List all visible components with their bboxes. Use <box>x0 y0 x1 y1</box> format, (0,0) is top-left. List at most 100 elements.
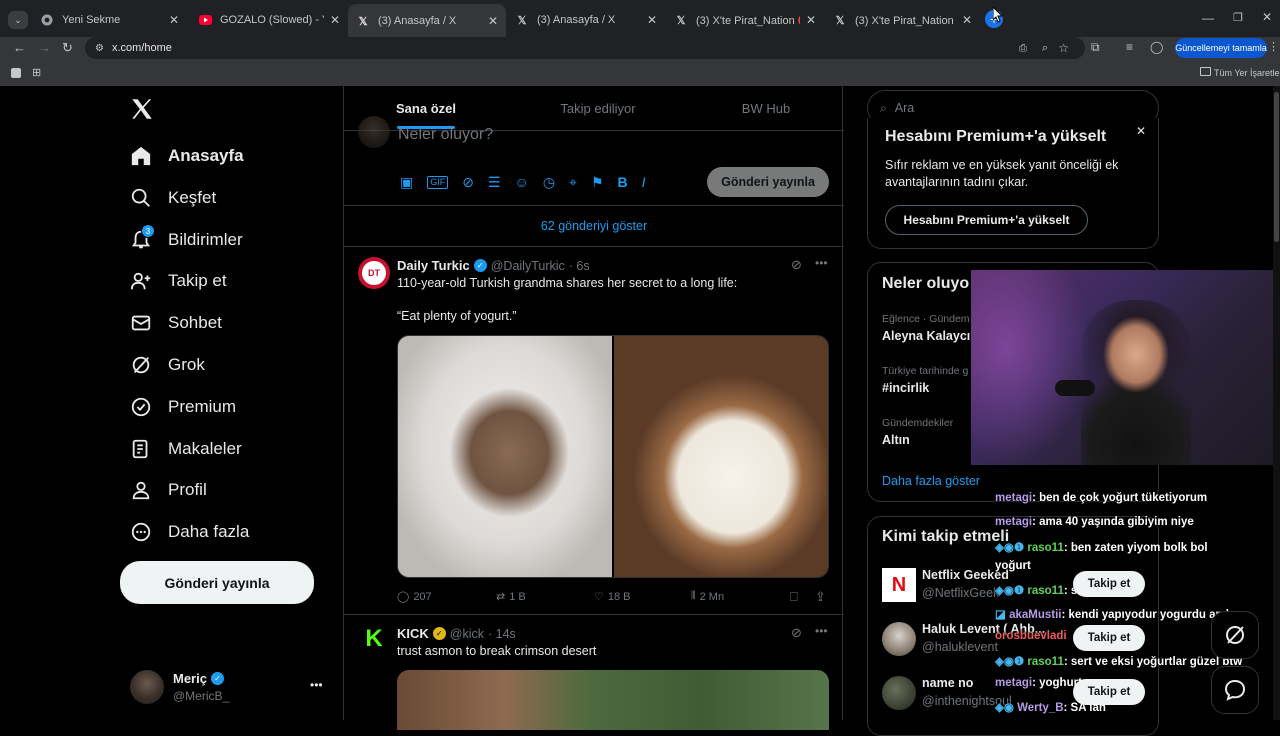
sidebar-item-follow[interactable]: Takip et <box>130 263 227 299</box>
grok-icon[interactable]: ⊘ <box>791 257 802 273</box>
reload-icon[interactable]: ↻ <box>62 40 73 56</box>
back-icon[interactable]: ← <box>13 40 26 55</box>
reply-button[interactable]: ◯ 207 <box>397 590 432 604</box>
tab-following[interactable]: Takip ediliyor <box>516 86 680 130</box>
schedule-icon[interactable]: ◷ <box>543 174 555 191</box>
composer-input[interactable]: Neler oluyor? <box>398 126 493 144</box>
tweet-author-name[interactable]: KICK <box>397 626 429 641</box>
tab-groups-icon[interactable] <box>11 68 21 78</box>
suggestion-name: name no <box>922 676 974 690</box>
close-icon[interactable]: ✕ <box>1136 124 1146 138</box>
tweet-author-handle[interactable]: @kick <box>450 627 484 641</box>
post-button[interactable]: Gönderi yayınla <box>120 561 314 604</box>
profile-icon[interactable]: ◯ <box>1150 40 1163 54</box>
sidebar-item-label: Sohbet <box>168 313 222 332</box>
sidebar-item-home[interactable]: Anasayfa <box>130 138 244 174</box>
repost-button[interactable]: ⇄ 1 B <box>496 590 526 604</box>
tweet-time[interactable]: · 14s <box>488 627 516 641</box>
sidebar-item-premium[interactable]: Premium <box>130 389 236 425</box>
bold-icon[interactable]: B <box>618 174 628 191</box>
page-scrollbar[interactable] <box>1273 86 1280 720</box>
tweet-author-name[interactable]: Daily Turkic <box>397 258 470 273</box>
browser-tab[interactable]: 𝕏 (3) X'te Pirat_Nation 🔴: "Capc ✕ <box>666 6 824 34</box>
views-button[interactable]: ⫴ 2 Mn <box>691 590 724 603</box>
browser-tab-active[interactable]: 𝕏 (3) Anasayfa / X ✕ <box>348 4 506 38</box>
premium-upgrade-button[interactable]: Hesabını Premium+'a yükselt <box>885 205 1088 235</box>
show-new-posts[interactable]: 62 gönderiyi göster <box>344 205 844 246</box>
tab-search-button[interactable]: ⌄ <box>8 11 28 29</box>
x-logo-icon[interactable] <box>129 96 155 122</box>
tweet-media[interactable] <box>397 670 829 730</box>
photo-yogurt[interactable] <box>614 336 828 577</box>
address-bar[interactable]: ⚙ x.com/home ⎙ ⌕ ☆ <box>85 37 1085 59</box>
grok-float-button[interactable] <box>1211 611 1259 659</box>
close-tab-icon[interactable]: ✕ <box>962 13 972 27</box>
photo-grandma[interactable] <box>398 336 612 577</box>
sidebar-item-explore[interactable]: Keşfet <box>130 180 216 216</box>
forward-icon[interactable]: → <box>38 40 51 55</box>
close-window-icon[interactable]: ✕ <box>1262 10 1272 24</box>
gif-icon[interactable]: GIF <box>427 176 449 189</box>
install-icon[interactable]: ⎙ <box>1019 43 1027 54</box>
trend-item[interactable]: Eğlence · Gündem Aleyna Kalaycı <box>882 313 970 343</box>
browser-tab[interactable]: Yeni Sekme ✕ <box>32 6 187 34</box>
follow-button[interactable]: Takip et <box>1073 625 1145 651</box>
bookmark-icon[interactable]: ⎕ <box>790 589 798 605</box>
flag-icon[interactable]: ⚑ <box>591 174 604 191</box>
tweet-author-handle[interactable]: @DailyTurkic <box>491 259 565 273</box>
close-tab-icon[interactable]: ✕ <box>806 13 816 27</box>
apps-grid-icon[interactable]: ⊞ <box>32 66 41 79</box>
browser-tab[interactable]: 𝕏 (3) X'te Pirat_Nation 🔴: "Capc ✕ <box>825 6 980 34</box>
browser-tab[interactable]: 𝕏 (3) Anasayfa / X ✕ <box>507 6 665 34</box>
follow-button[interactable]: Takip et <box>1073 679 1145 705</box>
maximize-icon[interactable]: ❐ <box>1233 11 1243 24</box>
sidebar-item-profile[interactable]: Profil <box>130 472 207 508</box>
account-more-icon[interactable]: ••• <box>310 678 323 692</box>
italic-icon[interactable]: I <box>642 174 646 191</box>
extensions-icon[interactable]: ⧉ <box>1091 40 1100 55</box>
location-icon[interactable]: ⌖ <box>569 174 577 191</box>
site-info-icon[interactable]: ⚙ <box>95 43 104 54</box>
browser-tab[interactable]: GOZALO (Slowed) - YouTube ✕ <box>190 6 348 34</box>
sidebar-item-notifications[interactable]: 3 Bildirimler <box>130 222 243 258</box>
tweet-more-icon[interactable]: ••• <box>815 256 828 270</box>
emoji-icon[interactable]: ☺ <box>515 174 529 191</box>
all-bookmarks-link[interactable]: Tüm Yer İşaretleri <box>1214 68 1280 78</box>
update-button[interactable]: Güncellemeyi tamamla <box>1175 38 1267 58</box>
minimize-icon[interactable]: — <box>1202 11 1214 25</box>
trend-item[interactable]: Türkiye tarihinde g #incirlik <box>882 365 968 395</box>
close-tab-icon[interactable]: ✕ <box>488 14 498 28</box>
tweet[interactable]: DT Daily Turkic ✓ @DailyTurkic · 6s ⊘ ••… <box>344 247 844 614</box>
bookmark-star-icon[interactable]: ☆ <box>1058 41 1069 55</box>
close-tab-icon[interactable]: ✕ <box>647 13 657 27</box>
zoom-icon[interactable]: ⌕ <box>1042 42 1048 55</box>
composer-post-button[interactable]: Gönderi yayınla <box>707 167 829 197</box>
tweet-more-icon[interactable]: ••• <box>815 624 828 638</box>
poll-icon[interactable]: ☰ <box>488 174 501 191</box>
like-button[interactable]: ♡ 18 B <box>594 590 631 604</box>
account-switcher[interactable]: Meriç ✓ @MericB_ ••• <box>130 668 330 708</box>
media-icon[interactable]: ≡ <box>1126 40 1133 54</box>
streamer-figure <box>1081 300 1191 465</box>
grok-icon[interactable]: ⊘ <box>791 625 802 641</box>
messages-float-button[interactable] <box>1211 666 1259 714</box>
follow-button[interactable]: Takip et <box>1073 571 1145 597</box>
sidebar-item-label: Keşfet <box>168 188 217 207</box>
image-icon[interactable]: ▣ <box>400 174 413 191</box>
tweet[interactable]: K KICK ✓ @kick · 14s ⊘ ••• trust asmon t… <box>344 615 844 730</box>
share-icon[interactable]: ⇪ <box>815 589 826 605</box>
grok-icon[interactable]: ⊘ <box>462 174 474 191</box>
close-tab-icon[interactable]: ✕ <box>330 13 340 27</box>
tweet-time[interactable]: · 6s <box>569 259 590 273</box>
sidebar-item-grok[interactable]: Grok <box>130 347 205 383</box>
sidebar-item-chat[interactable]: Sohbet <box>130 305 222 341</box>
scrollbar-thumb[interactable] <box>1274 92 1279 242</box>
close-tab-icon[interactable]: ✕ <box>169 13 179 27</box>
tab-bw-hub[interactable]: BW Hub <box>684 86 848 130</box>
tweet-media[interactable] <box>397 335 829 578</box>
menu-kebab-icon[interactable]: ⋮ <box>1268 40 1279 53</box>
show-more-link[interactable]: Daha fazla göster <box>882 474 980 488</box>
trend-item[interactable]: Gündemdekiler Altın <box>882 417 953 447</box>
sidebar-item-more[interactable]: Daha fazla <box>130 514 249 550</box>
sidebar-item-articles[interactable]: Makaleler <box>130 431 242 467</box>
